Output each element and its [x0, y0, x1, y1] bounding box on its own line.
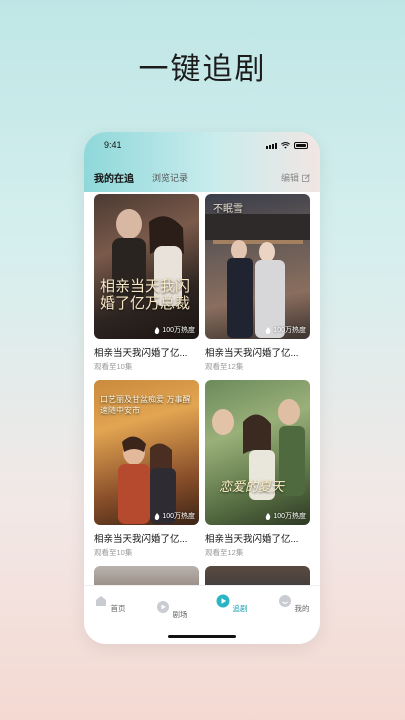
poster-image[interactable]: 相亲当天我闪婚了亿万总裁 100万热度: [94, 194, 199, 339]
flame-icon: [266, 512, 271, 520]
nav-home[interactable]: 首页: [90, 594, 130, 614]
drama-card[interactable]: 相亲当天我闪婚了亿万总裁 100万热度 相亲当天我闪婚了亿... 观看至10集: [94, 194, 199, 372]
battery-icon: [294, 142, 308, 149]
edit-label: 编辑: [280, 173, 299, 183]
drama-title: 相亲当天我闪婚了亿...: [94, 534, 188, 545]
heat-count: 100万热度: [273, 327, 306, 334]
nav-profile[interactable]: 我的: [274, 594, 314, 614]
poster-image[interactable]: 恋爱的夏天 100万热度: [205, 380, 310, 525]
nav-label: 我的: [294, 604, 310, 613]
drama-title: 相亲当天我闪婚了亿...: [205, 534, 299, 545]
cellular-signal-icon: [266, 143, 277, 149]
poster-title: 相亲当天我闪婚了亿万总裁: [100, 277, 191, 312]
home-indicator: [168, 635, 236, 638]
theater-icon: [157, 601, 170, 613]
tab-following[interactable]: 我的在追: [94, 170, 134, 185]
watch-progress: 观看至12集: [205, 362, 244, 371]
heat-badge: 100万热度: [265, 511, 306, 521]
edit-icon: [302, 173, 310, 182]
watch-progress: 观看至12集: [205, 548, 244, 557]
status-bar: 9:41: [84, 140, 320, 154]
wifi-icon: [281, 142, 290, 149]
poster-title: 口艺丽及甘盆痴爱 万事醒速随中安市: [100, 395, 191, 415]
poster-figures: [212, 399, 305, 500]
phone-mockup: 9:41 我的在追 浏览记录 编辑 相亲当天我闪婚了亿万总裁 100万热度 相亲…: [84, 132, 320, 644]
poster-title: 恋爱的夏天: [219, 480, 285, 495]
nav-label: 追剧: [232, 604, 248, 613]
flame-icon: [155, 512, 160, 520]
poster-title: 不眠雪: [213, 204, 243, 215]
poster-image[interactable]: 不眠雪 100万热度: [205, 194, 310, 339]
drama-card[interactable]: 口艺丽及甘盆痴爱 万事醒速随中安市 100万热度 相亲当天我闪婚了亿... 观看…: [94, 380, 199, 558]
play-icon: [216, 594, 230, 608]
home-icon: [96, 596, 107, 606]
drama-title: 相亲当天我闪婚了亿...: [94, 348, 188, 359]
poster-figures: [205, 214, 310, 338]
poster-image[interactable]: 口艺丽及甘盆痴爱 万事醒速随中安市 100万热度: [94, 380, 199, 525]
nav-label: 首页: [110, 604, 126, 613]
heat-count: 100万热度: [273, 513, 306, 520]
heat-count: 100万热度: [162, 327, 195, 334]
heat-badge: 100万热度: [154, 325, 195, 335]
nav-theater[interactable]: 剧场: [152, 600, 192, 620]
flame-icon: [266, 326, 271, 334]
watch-progress: 观看至10集: [94, 362, 133, 371]
flame-icon: [155, 326, 160, 334]
drama-title: 相亲当天我闪婚了亿...: [205, 348, 299, 359]
status-time: 9:41: [104, 140, 122, 150]
nav-label: 剧场: [172, 610, 188, 619]
headline: 一键追剧: [138, 53, 267, 86]
watch-progress: 观看至10集: [94, 548, 133, 557]
profile-icon: [279, 595, 292, 607]
bottom-nav: 首页 剧场 追剧 我的: [84, 585, 320, 644]
edit-button[interactable]: 编辑: [281, 171, 310, 184]
nav-following[interactable]: 追剧: [212, 594, 252, 614]
drama-card[interactable]: 恋爱的夏天 100万热度 相亲当天我闪婚了亿... 观看至12集: [205, 380, 310, 558]
drama-card[interactable]: 不眠雪 100万热度 相亲当天我闪婚了亿... 观看至12集: [205, 194, 310, 372]
heat-count: 100万热度: [162, 513, 195, 520]
tab-history[interactable]: 浏览记录: [152, 171, 188, 184]
poster-figures: [112, 209, 184, 306]
heat-badge: 100万热度: [265, 325, 306, 335]
heat-badge: 100万热度: [154, 511, 195, 521]
